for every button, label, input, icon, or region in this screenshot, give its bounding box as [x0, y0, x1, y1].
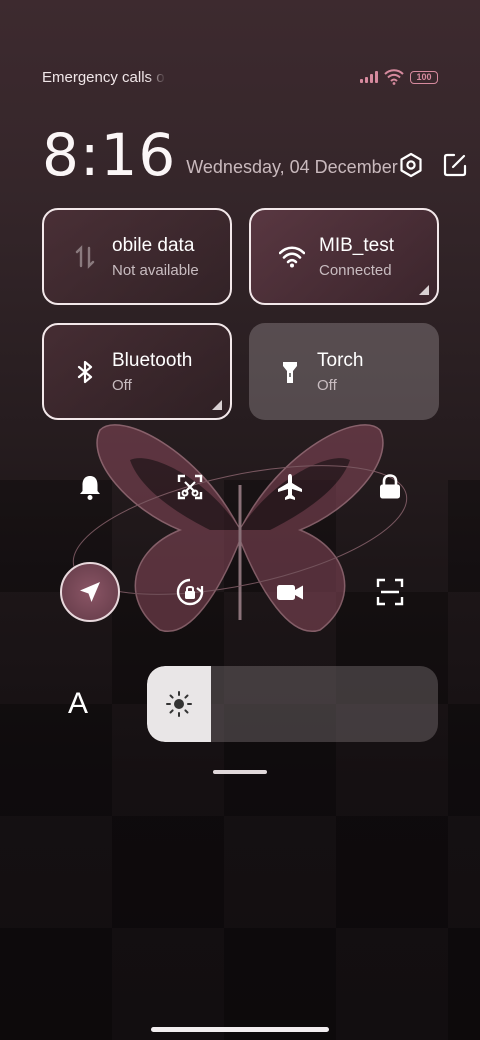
- rotation-lock-icon: [176, 578, 204, 606]
- auto-brightness-button[interactable]: A: [42, 687, 102, 721]
- header-actions: [398, 152, 468, 178]
- ring-toggle[interactable]: [60, 457, 120, 517]
- bluetooth-icon: [77, 360, 93, 383]
- rotation-lock-toggle[interactable]: [160, 562, 220, 622]
- clock-time: 8:16: [42, 121, 177, 189]
- battery-level: 100: [416, 72, 432, 82]
- wifi-status: Connected: [319, 261, 392, 279]
- video-toggle[interactable]: [260, 562, 320, 622]
- settings-icon[interactable]: [398, 152, 424, 178]
- brightness-slider[interactable]: [147, 666, 438, 742]
- butterfly-wallpaper: [72, 424, 408, 633]
- clock-date: Wednesday, 04 December: [186, 157, 398, 177]
- carrier-text: Emergency calls o: [42, 68, 165, 86]
- edit-icon[interactable]: [442, 152, 468, 178]
- quick-toggles-row-1: [0, 457, 480, 517]
- bell-icon: [80, 476, 100, 500]
- sun-icon: [166, 691, 192, 717]
- screenshot-icon: [177, 474, 203, 500]
- wifi-icon: [279, 245, 305, 267]
- mobile-data-icon: [75, 244, 95, 269]
- airplane-icon: [278, 474, 302, 500]
- wifi-network-name: MIB_test: [319, 234, 394, 256]
- torch-icon: [283, 361, 297, 383]
- bluetooth-expand-indicator[interactable]: [212, 400, 222, 410]
- brightness-row: A: [42, 666, 438, 742]
- brightness-slider-fill: [147, 666, 211, 742]
- lock-icon: [380, 474, 400, 499]
- torch-tile[interactable]: Torch Off: [249, 323, 439, 420]
- status-icons: 100: [360, 69, 438, 85]
- bluetooth-tile[interactable]: Bluetooth Off: [42, 323, 232, 420]
- bluetooth-status: Off: [112, 376, 132, 394]
- torch-title: Torch: [317, 349, 364, 371]
- bluetooth-title: Bluetooth: [112, 349, 193, 371]
- panel-drag-handle[interactable]: [213, 770, 267, 774]
- battery-icon: 100: [410, 70, 438, 84]
- wifi-expand-indicator[interactable]: [419, 285, 429, 295]
- mobile-data-status: Not available: [112, 261, 199, 279]
- mobile-data-tile[interactable]: obile data Not available: [42, 208, 232, 305]
- wifi-status-icon: [384, 69, 404, 85]
- location-icon: [80, 582, 100, 602]
- scan-icon: [376, 578, 404, 606]
- quick-toggles-row-2: [0, 562, 480, 622]
- clock-header: 8:16 Wednesday, 04 December: [42, 121, 466, 189]
- mobile-data-title: obile data: [112, 234, 195, 256]
- airplane-toggle[interactable]: [260, 457, 320, 517]
- scan-toggle[interactable]: [360, 562, 420, 622]
- lock-toggle[interactable]: [360, 457, 420, 517]
- home-indicator[interactable]: [151, 1027, 329, 1032]
- screenshot-toggle[interactable]: [160, 457, 220, 517]
- video-camera-icon: [277, 585, 303, 600]
- status-bar: Emergency calls o 100: [42, 66, 438, 88]
- torch-status: Off: [317, 376, 337, 394]
- wifi-tile[interactable]: MIB_test Connected: [249, 208, 439, 305]
- signal-strength-icon: [360, 71, 378, 83]
- location-toggle[interactable]: [60, 562, 120, 622]
